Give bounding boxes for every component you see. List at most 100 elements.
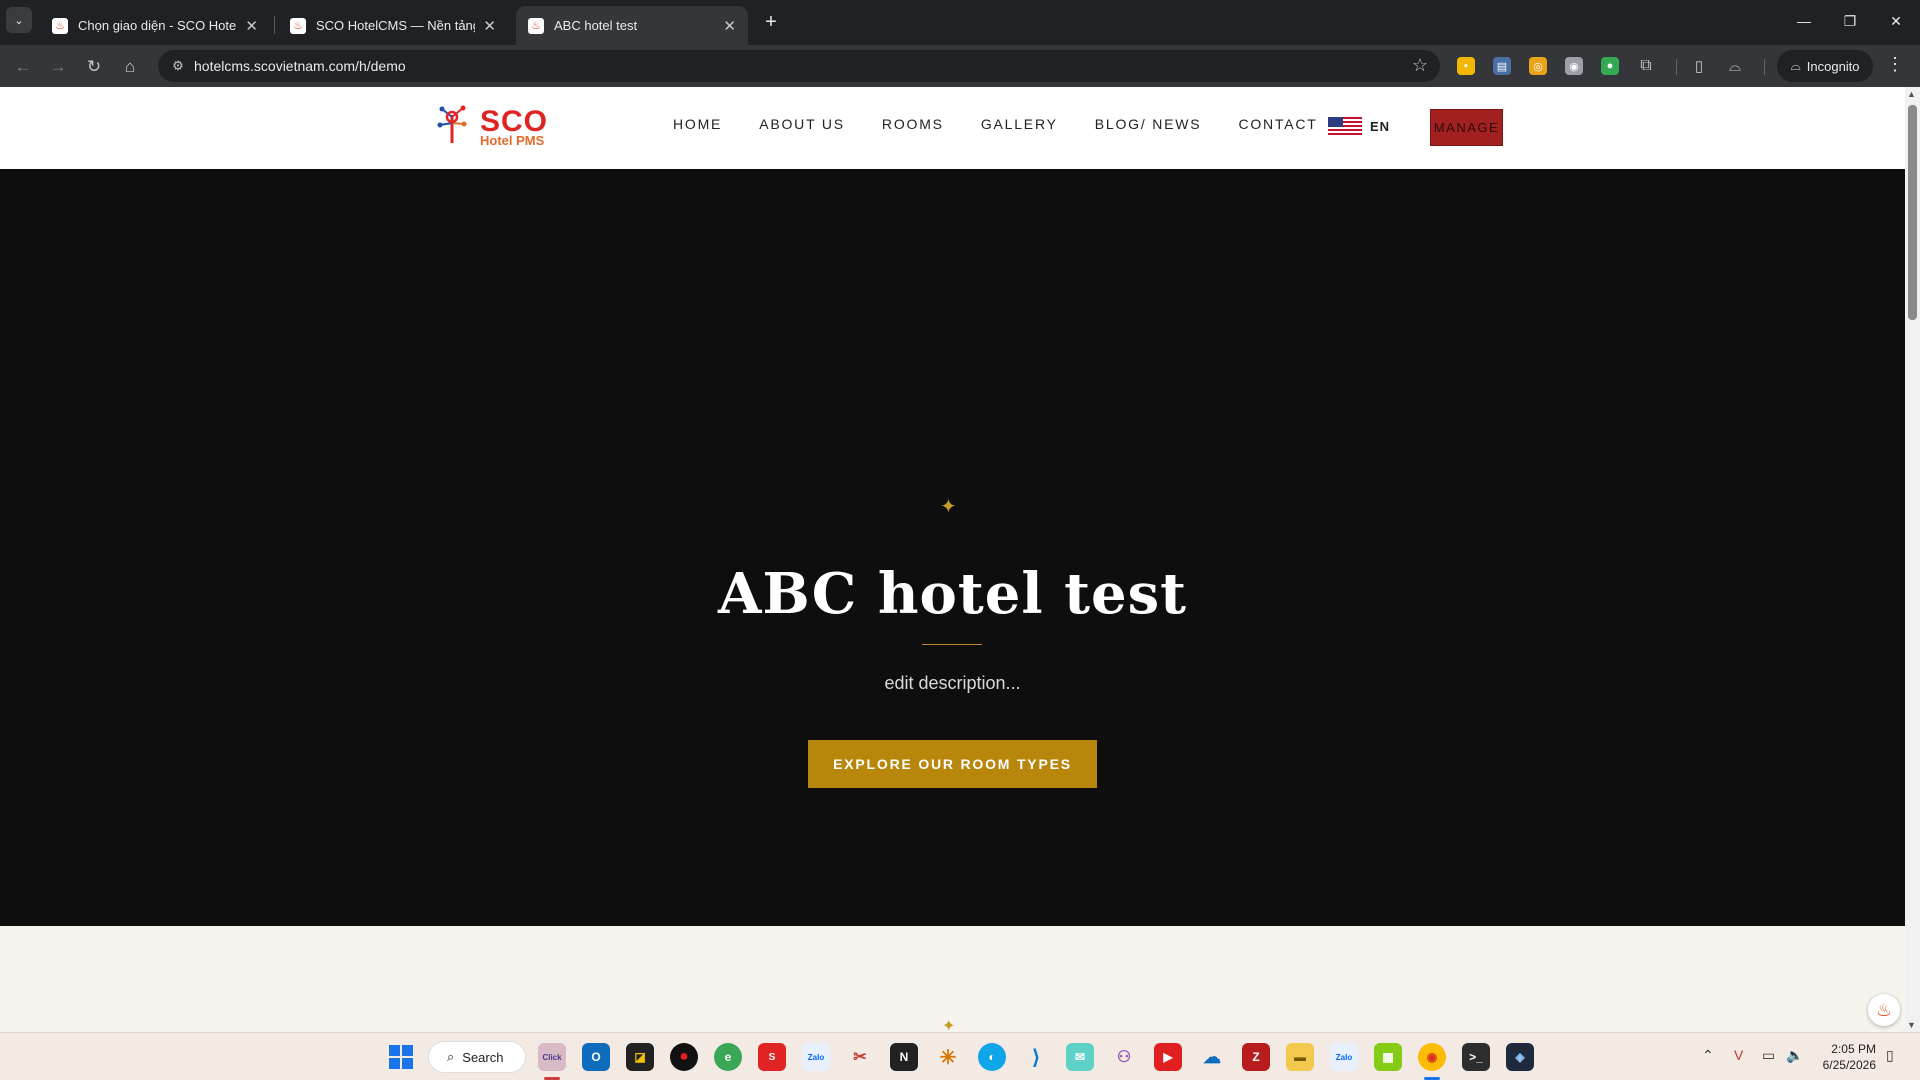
toolbar-separator [1676,59,1677,75]
chart-app-icon[interactable]: ▦ [1374,1043,1402,1071]
close-window-icon[interactable]: ✕ [1873,8,1919,34]
new-tab-icon[interactable]: + [757,8,785,36]
nav-rooms[interactable]: ROOMS [882,116,944,132]
home-icon[interactable]: ⌂ [116,53,144,81]
tab-close-icon[interactable]: ✕ [723,17,736,35]
terminal-app-icon[interactable]: >_ [1462,1043,1490,1071]
tab-close-icon[interactable]: ✕ [483,17,496,35]
nav-about-us[interactable]: ABOUT US [759,116,845,132]
address-bar[interactable]: ⚙ hotelcms.scovietnam.com/h/demo ☆ [158,50,1440,82]
cloud-app-icon[interactable]: ☁ [1198,1043,1226,1071]
network-app-icon[interactable]: ⚇ [1110,1043,1138,1071]
tab-separator [274,16,275,34]
extension-icon[interactable]: ▪ [1457,57,1475,75]
record-app-icon[interactable]: ● [670,1043,698,1071]
browser-tabstrip: ⌄ ♨ Chọn giao diện - SCO Hotel CM ✕ ♨ SC… [0,0,1920,45]
tab-search-chevron-icon[interactable]: ⌄ [6,7,32,33]
incognito-badge[interactable]: ⌓ Incognito [1777,50,1873,82]
snipping-tool-icon[interactable]: ✂ [846,1043,874,1071]
logo-subtitle: Hotel PMS [480,133,545,148]
windows-start-icon[interactable] [389,1045,413,1069]
minimize-icon[interactable]: — [1781,8,1827,34]
flame-favicon-icon: ♨ [528,17,544,34]
incognito-icon: ⌓ [1790,58,1801,73]
sparkle-icon: ✦ [942,1018,956,1032]
nav-blog-news[interactable]: BLOG/ NEWS [1095,116,1202,132]
page-viewport: SCO Hotel PMS HOME ABOUT US ROOMS GALLER… [0,87,1905,1032]
site-info-icon[interactable]: ⚙ [170,58,186,74]
flame-favicon-icon: ♨ [290,17,306,34]
next-section: ✦ [0,926,1905,1032]
manage-button[interactable]: MANAGE [1430,109,1503,146]
page-scrollbar[interactable]: ▲ ▼ [1905,87,1920,1032]
language-label: EN [1370,118,1391,134]
browser-toolbar: ← → ↻ ⌂ ⚙ hotelcms.scovietnam.com/h/demo… [0,45,1920,87]
edge-app-icon[interactable]: e [714,1043,742,1071]
site-logo[interactable]: SCO Hotel PMS [436,103,556,149]
us-flag-icon [1328,117,1362,135]
hero-section: ✦ ABC hotel test edit description... EXP… [0,169,1905,926]
browser-tab[interactable]: ♨ SCO HotelCMS — Nền tảng we ✕ [278,6,508,45]
chrome-app-icon[interactable]: ◉ [1418,1043,1446,1071]
bookmark-star-icon[interactable]: ☆ [1412,55,1428,76]
youtube-app-icon[interactable]: ▶ [1154,1043,1182,1071]
tab-title: SCO HotelCMS — Nền tảng we [316,18,475,33]
reading-mode-icon[interactable]: ▯ [1690,57,1708,75]
incognito-label: Incognito [1806,58,1860,74]
camera-extension-icon[interactable]: ◉ [1565,57,1583,75]
extensions-puzzle-icon[interactable]: ⧉ [1637,57,1655,75]
taskbar-clock[interactable]: 2:05 PM 6/25/2026 [1812,1041,1876,1073]
file-explorer-icon[interactable]: ▬ [1286,1043,1314,1071]
notion-app-icon[interactable]: N [890,1043,918,1071]
tab-title: ABC hotel test [554,18,638,33]
vscode-app-icon[interactable]: ⟩ [1022,1043,1050,1071]
clickup-app-icon[interactable]: Click [538,1043,566,1071]
back-icon[interactable]: ← [9,53,37,81]
url-text[interactable]: hotelcms.scovietnam.com/h/demo [194,58,406,74]
nav-home[interactable]: HOME [673,116,722,132]
scroll-thumb[interactable] [1908,105,1917,320]
ai-app-icon[interactable]: ◈ [1506,1043,1534,1071]
flame-favicon-icon: ♨ [52,17,68,34]
incognito-small-icon[interactable]: ⌓ [1726,57,1744,75]
browser-tab-active[interactable]: ♨ ABC hotel test ✕ [516,6,748,45]
explore-room-types-button[interactable]: EXPLORE OUR ROOM TYPES [808,740,1097,788]
extension-icon[interactable]: ◎ [1529,57,1547,75]
search-icon: ⌕ [447,1049,455,1064]
tab-close-icon[interactable]: ✕ [245,17,258,35]
main-nav: HOME ABOUT US ROOMS GALLERY BLOG/ NEWS C… [673,116,1355,132]
browser-menu-icon[interactable]: ⋮ [1886,54,1904,75]
notes-app-icon[interactable]: ◪ [626,1043,654,1071]
forward-icon[interactable]: → [44,53,72,81]
restore-icon[interactable]: ❐ [1827,8,1873,34]
zalo-app-icon[interactable]: Zalo [1330,1043,1358,1071]
notification-icon[interactable]: ▯ [1886,1047,1894,1064]
network-tray-icon[interactable]: ▭ [1762,1047,1775,1064]
nav-gallery[interactable]: GALLERY [981,116,1058,132]
browser-tab[interactable]: ♨ Chọn giao diện - SCO Hotel CM ✕ [40,6,270,45]
taskbar: ⌕ Search Click O ◪ ● e S Zalo ✂ N ✳ ◐ ⟩ … [0,1032,1920,1080]
browser-app-icon[interactable]: ◐ [978,1043,1006,1071]
volume-tray-icon[interactable]: 🔈 [1786,1047,1803,1064]
extension-icon[interactable]: ● [1601,57,1619,75]
claude-app-icon[interactable]: ✳ [934,1043,962,1071]
taskbar-search[interactable]: ⌕ Search [428,1041,526,1073]
nav-contact[interactable]: CONTACT [1238,116,1317,132]
clock-time: 2:05 PM [1831,1042,1876,1056]
site-header: SCO Hotel PMS HOME ABOUT US ROOMS GALLER… [0,87,1905,169]
clock-date: 6/25/2026 [1822,1058,1876,1072]
language-switcher[interactable]: EN [1328,117,1390,135]
toolbar-separator [1764,59,1765,75]
sapo-app-icon[interactable]: S [758,1043,786,1071]
scroll-down-icon[interactable]: ▼ [1907,1020,1916,1030]
mail-app-icon[interactable]: ✉ [1066,1043,1094,1071]
scroll-up-icon[interactable]: ▲ [1907,89,1916,99]
vivaldi-tray-icon[interactable]: V [1734,1047,1743,1063]
zalo-app-icon[interactable]: Zalo [802,1043,830,1071]
extension-icon[interactable]: ▤ [1493,57,1511,75]
reload-icon[interactable]: ↻ [80,53,108,81]
tray-overflow-icon[interactable]: ⌃ [1702,1047,1714,1064]
outlook-app-icon[interactable]: O [582,1043,610,1071]
filezilla-app-icon[interactable]: Z [1242,1043,1270,1071]
flame-chat-icon[interactable]: ♨ [1868,994,1900,1026]
